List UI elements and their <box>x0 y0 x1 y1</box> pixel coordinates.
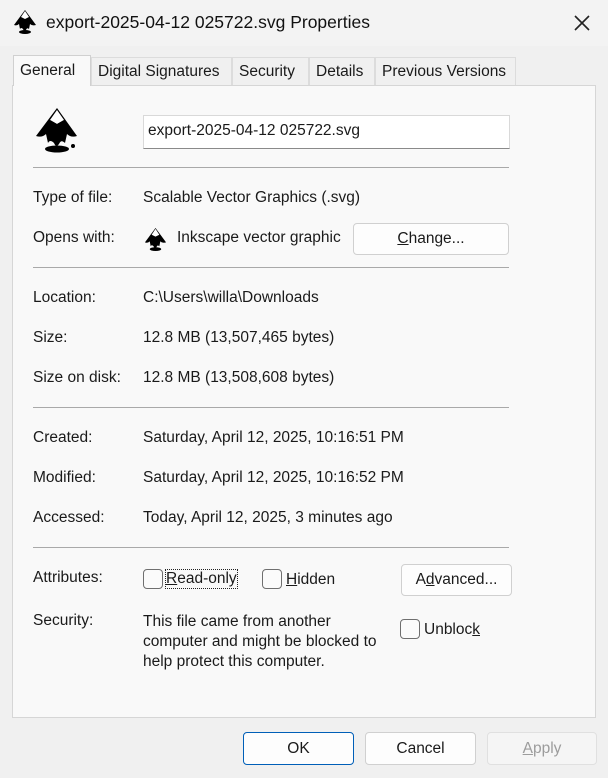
inkscape-icon <box>143 227 168 252</box>
change-button[interactable]: Change... <box>353 223 509 255</box>
opens-with-label: Opens with: <box>33 229 115 246</box>
security-message-line: help protect this computer. <box>143 653 325 670</box>
read-only-checkbox[interactable] <box>143 569 163 589</box>
close-button[interactable] <box>566 8 598 38</box>
divider <box>33 407 509 408</box>
window-title: export-2025-04-12 025722.svg Properties <box>46 12 370 32</box>
apply-button-label: Apply <box>522 739 562 757</box>
attributes-label: Attributes: <box>33 569 103 586</box>
size-label: Size: <box>33 329 68 346</box>
opens-with-value: Inkscape vector graphic <box>177 229 341 246</box>
size-on-disk-label: Size on disk: <box>33 369 121 386</box>
tab-security[interactable]: Security <box>232 57 309 85</box>
security-label: Security: <box>33 612 94 629</box>
tab-details[interactable]: Details <box>309 57 375 85</box>
change-button-label: Change... <box>397 230 465 247</box>
inkscape-icon <box>12 9 38 35</box>
unblock-checkbox[interactable] <box>400 619 420 639</box>
read-only-label[interactable]: Read-only <box>165 569 238 589</box>
tab-previous-versions[interactable]: Previous Versions <box>375 57 516 85</box>
accessed-label: Accessed: <box>33 509 105 526</box>
hidden-label[interactable]: Hidden <box>286 571 335 589</box>
accessed-value: Today, April 12, 2025, 3 minutes ago <box>143 509 393 526</box>
modified-value: Saturday, April 12, 2025, 10:16:52 PM <box>143 469 404 486</box>
file-name-input[interactable]: export-2025-04-12 025722.svg <box>143 115 510 149</box>
security-message-line: computer and might be blocked to <box>143 633 377 650</box>
type-of-file-label: Type of file: <box>33 189 113 206</box>
unblock-label[interactable]: Unblock <box>424 621 480 639</box>
location-label: Location: <box>33 289 96 306</box>
type-of-file-value: Scalable Vector Graphics (.svg) <box>143 189 361 206</box>
created-value: Saturday, April 12, 2025, 10:16:51 PM <box>143 429 404 446</box>
divider <box>33 547 509 548</box>
inkscape-icon <box>36 108 77 153</box>
ok-button[interactable]: OK <box>243 732 354 765</box>
security-message-line: This file came from another <box>143 613 331 630</box>
cancel-button[interactable]: Cancel <box>365 732 476 765</box>
close-icon <box>574 15 590 31</box>
size-value: 12.8 MB (13,507,465 bytes) <box>143 329 335 346</box>
apply-button[interactable]: Apply <box>487 732 597 765</box>
hidden-checkbox[interactable] <box>262 569 282 589</box>
size-on-disk-value: 12.8 MB (13,508,608 bytes) <box>143 369 335 386</box>
security-message: This file came from another computer and… <box>143 612 377 672</box>
tab-general[interactable]: General <box>13 55 91 86</box>
file-type-icon <box>33 106 81 154</box>
created-label: Created: <box>33 429 93 446</box>
divider <box>33 267 509 268</box>
tab-digital-signatures[interactable]: Digital Signatures <box>91 57 232 85</box>
divider <box>33 167 509 168</box>
advanced-button[interactable]: Advanced... <box>401 564 512 596</box>
location-value: C:\Users\willa\Downloads <box>143 289 319 306</box>
modified-label: Modified: <box>33 469 96 486</box>
advanced-button-label: Advanced... <box>415 571 498 588</box>
